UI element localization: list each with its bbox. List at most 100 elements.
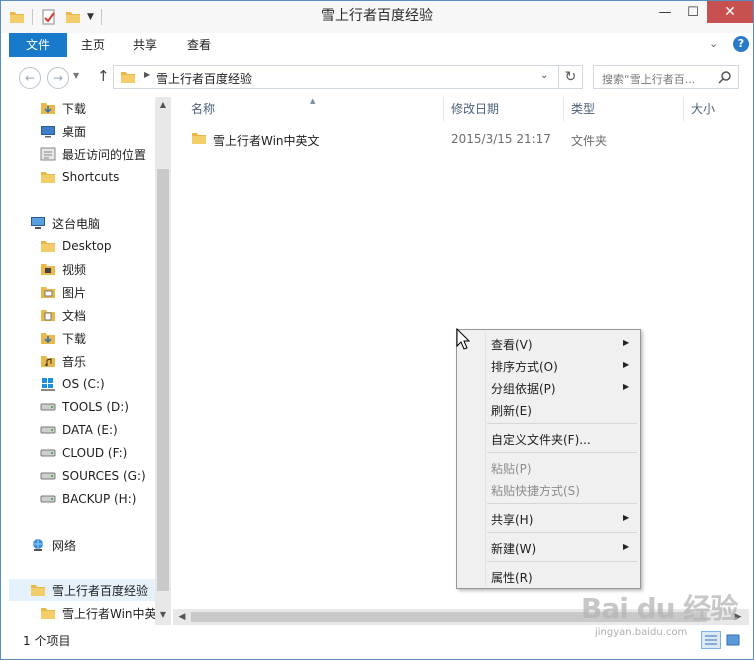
nav-item-drive-e[interactable]: DATA (E:) bbox=[9, 419, 155, 441]
refresh-button[interactable]: ↻ bbox=[559, 65, 583, 89]
sort-ascending-icon: ▲ bbox=[310, 97, 316, 105]
column-divider[interactable] bbox=[563, 97, 564, 121]
nav-item-subfolder[interactable]: 雪上行者Win中英 bbox=[9, 602, 155, 624]
breadcrumb-current[interactable]: 雪上行者百度经验 bbox=[156, 70, 252, 87]
properties-icon[interactable] bbox=[41, 8, 57, 26]
nav-item-desktop-folder[interactable]: Desktop bbox=[9, 235, 155, 257]
menu-item-paste: 粘贴(P) bbox=[491, 462, 532, 476]
address-row: ← → ▼ ↑ ▶ 雪上行者百度经验 ⌄ ↻ 搜索“雪上行者百... bbox=[9, 57, 749, 97]
column-divider[interactable] bbox=[443, 97, 444, 121]
nav-item-drive-d[interactable]: TOOLS (D:) bbox=[9, 396, 155, 418]
submenu-arrow-icon: ▶ bbox=[623, 382, 630, 391]
menu-item-group-by[interactable]: 分组依据(P) ▶ bbox=[459, 376, 638, 398]
file-date: 2015/3/15 21:17 bbox=[451, 132, 551, 146]
menu-item-view[interactable]: 查看(V) ▶ bbox=[459, 332, 638, 354]
quick-access-separator bbox=[101, 9, 102, 25]
mouse-cursor-icon bbox=[456, 327, 471, 353]
tab-view[interactable]: 查看 bbox=[173, 33, 225, 57]
nav-item-network[interactable]: 网络 bbox=[9, 534, 155, 556]
nav-item-drive-f[interactable]: CLOUD (F:) bbox=[9, 442, 155, 464]
column-type[interactable]: 类型 bbox=[571, 97, 595, 121]
submenu-arrow-icon: ▶ bbox=[623, 542, 630, 551]
chevron-down-icon[interactable]: ⌄ bbox=[540, 70, 548, 81]
submenu-arrow-icon: ▶ bbox=[623, 338, 630, 347]
tab-file[interactable]: 文件 bbox=[9, 33, 67, 57]
help-icon[interactable]: ? bbox=[733, 36, 749, 52]
new-folder-icon[interactable] bbox=[65, 8, 81, 26]
breadcrumb-chevron-icon[interactable]: ▶ bbox=[144, 70, 150, 79]
nav-item-pictures[interactable]: 图片 bbox=[9, 281, 155, 303]
nav-item-recent-places[interactable]: 最近访问的位置 bbox=[9, 143, 155, 165]
drive-icon bbox=[39, 445, 57, 461]
folder-icon bbox=[39, 238, 57, 254]
ribbon-tabs: 文件 主页 共享 查看 ⌄ ? bbox=[9, 33, 749, 57]
menu-item-paste-shortcut: 粘贴快捷方式(S) bbox=[491, 484, 580, 498]
nav-item-drive-g[interactable]: SOURCES (G:) bbox=[9, 465, 155, 487]
nav-item-music[interactable]: 音乐 bbox=[9, 350, 155, 372]
nav-item-desktop[interactable]: 桌面 bbox=[9, 120, 155, 142]
column-name[interactable]: 名称 bbox=[191, 97, 215, 121]
videos-icon bbox=[39, 261, 57, 277]
column-size[interactable]: 大小 bbox=[691, 97, 715, 121]
submenu-arrow-icon: ▶ bbox=[623, 513, 630, 522]
nav-item-documents[interactable]: 文档 bbox=[9, 304, 155, 326]
nav-scrollbar[interactable]: ▲ ▼ bbox=[155, 97, 171, 625]
drive-icon bbox=[39, 468, 57, 484]
nav-item-shortcuts[interactable]: Shortcuts bbox=[9, 166, 155, 188]
menu-item-new[interactable]: 新建(W) ▶ bbox=[459, 536, 638, 558]
scroll-up-icon[interactable]: ▲ bbox=[155, 97, 171, 113]
close-button[interactable]: ✕ bbox=[707, 1, 753, 23]
forward-button[interactable]: → bbox=[47, 67, 69, 89]
folder-icon bbox=[120, 70, 136, 87]
navigation-pane[interactable]: 下载 桌面 最近访问的位置 Shortcuts 这台电脑 Desktop 视频 bbox=[9, 97, 171, 625]
folder-icon bbox=[191, 131, 207, 148]
watermark-logo: Bai du 经验 bbox=[581, 592, 738, 625]
folder-icon[interactable] bbox=[9, 8, 25, 26]
menu-item-sort-by[interactable]: 排序方式(O) ▶ bbox=[459, 354, 638, 376]
drive-icon bbox=[39, 422, 57, 438]
expand-ribbon-icon[interactable]: ⌄ bbox=[709, 37, 718, 50]
menu-item-refresh[interactable]: 刷新(E) bbox=[459, 398, 638, 420]
menu-separator bbox=[487, 503, 637, 504]
drive-icon bbox=[39, 491, 57, 507]
folder-icon bbox=[39, 605, 57, 621]
submenu-arrow-icon: ▶ bbox=[623, 360, 630, 369]
maximize-button[interactable]: ☐ bbox=[679, 1, 707, 23]
desktop-icon bbox=[39, 123, 57, 139]
address-bar[interactable]: ▶ 雪上行者百度经验 ⌄ bbox=[113, 65, 559, 89]
nav-item-downloads[interactable]: 下载 bbox=[9, 97, 155, 119]
nav-item-drive-h[interactable]: BACKUP (H:) bbox=[9, 488, 155, 510]
recent-locations-icon[interactable]: ▼ bbox=[73, 71, 79, 80]
music-icon bbox=[39, 353, 57, 369]
tab-home[interactable]: 主页 bbox=[67, 33, 119, 57]
scroll-left-icon[interactable]: ◀ bbox=[175, 609, 189, 625]
menu-separator bbox=[487, 452, 637, 453]
nav-item-this-pc[interactable]: 这台电脑 bbox=[9, 212, 155, 234]
title-bar[interactable]: ▼ 雪上行者百度经验 — ☐ ✕ bbox=[1, 1, 753, 33]
minimize-button[interactable]: — bbox=[651, 1, 679, 23]
search-icon[interactable] bbox=[718, 70, 732, 87]
search-input[interactable]: 搜索“雪上行者百... bbox=[593, 65, 739, 89]
nav-item-downloads-pc[interactable]: 下载 bbox=[9, 327, 155, 349]
recent-places-icon bbox=[39, 146, 57, 162]
window-title: 雪上行者百度经验 bbox=[321, 8, 433, 24]
tab-share[interactable]: 共享 bbox=[119, 33, 171, 57]
documents-icon bbox=[39, 307, 57, 323]
nav-item-drive-c[interactable]: OS (C:) bbox=[9, 373, 155, 395]
scroll-down-icon[interactable]: ▼ bbox=[155, 607, 171, 623]
column-divider[interactable] bbox=[683, 97, 684, 121]
nav-item-current-folder[interactable]: 雪上行者百度经验 bbox=[9, 579, 155, 601]
menu-item-customize-folder[interactable]: 自定义文件夹(F)... bbox=[459, 427, 638, 449]
menu-separator bbox=[487, 532, 637, 533]
drive-icon bbox=[39, 399, 57, 415]
scrollbar-thumb[interactable] bbox=[157, 169, 169, 591]
column-date[interactable]: 修改日期 bbox=[451, 97, 499, 121]
up-button[interactable]: ↑ bbox=[97, 67, 110, 85]
table-row[interactable]: 雪上行者Win中英文 2015/3/15 21:17 文件夹 bbox=[183, 129, 743, 149]
customize-toolbar-icon[interactable]: ▼ bbox=[87, 8, 94, 26]
watermark-url: jingyan.baidu.com bbox=[595, 627, 688, 638]
windows-drive-icon bbox=[39, 376, 57, 392]
back-button[interactable]: ← bbox=[19, 67, 41, 89]
menu-item-share[interactable]: 共享(H) ▶ bbox=[459, 507, 638, 529]
nav-item-videos[interactable]: 视频 bbox=[9, 258, 155, 280]
